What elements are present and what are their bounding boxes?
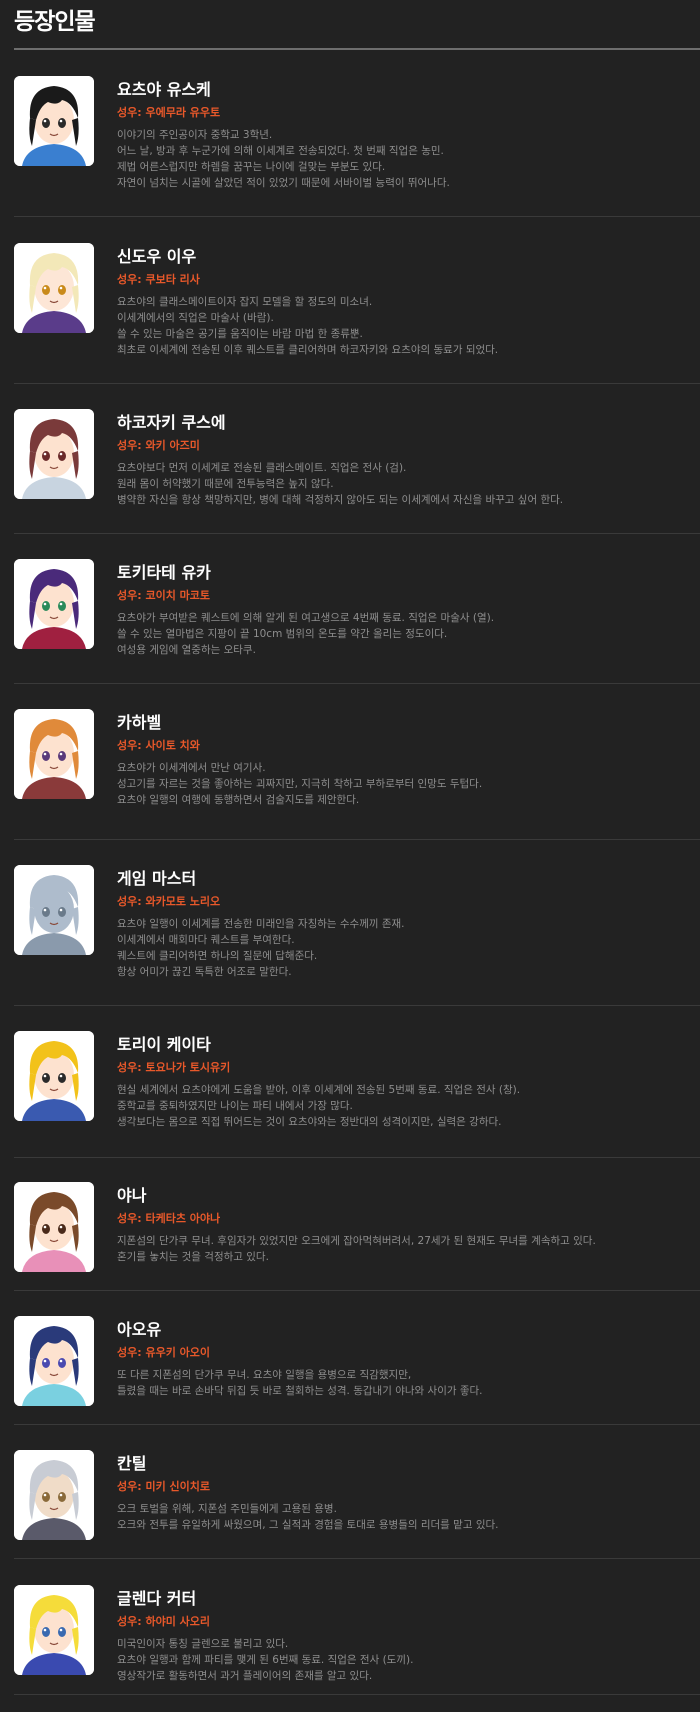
character-description: 현실 세계에서 요츠야에게 도움을 받아, 이후 이세계에 전송된 5번째 동료… <box>117 1082 697 1130</box>
character-description: 이야기의 주인공이자 중학교 3학년. 어느 날, 방과 후 누군가에 의해 이세… <box>117 127 697 191</box>
character-description: 미국인이자 통칭 글렌으로 불리고 있다. 요츠야 일행과 함께 파티를 맺게 된… <box>117 1636 697 1684</box>
voice-actor: 성우: 와키 아즈미 <box>117 439 200 452</box>
description-line: 중학교를 중퇴하였지만 나이는 파티 내에서 가장 많다. <box>117 1100 353 1112</box>
character-name: 게임 마스터 <box>117 869 197 888</box>
voice-actor: 성우: 토요나가 토시유키 <box>117 1061 231 1074</box>
voice-actor: 성우: 사이토 치와 <box>117 739 200 752</box>
character-name: 토리이 케이타 <box>117 1035 211 1054</box>
description-line: 생각보다는 몸으로 직접 뛰어드는 것이 요츠야와는 정반대의 성격이지만, 실… <box>117 1116 502 1128</box>
character-yoshiya: 요츠야 유스케성우: 우에무라 유우토이야기의 주인공이자 중학교 3학년. 어느… <box>14 76 700 217</box>
description-line: 이야기의 주인공이자 중학교 3학년. <box>117 129 273 141</box>
character-kantil: 칸틸성우: 미키 신이치로오크 토벌을 위해, 지폰섬 주민들에게 고용된 용병… <box>14 1450 700 1559</box>
title-divider <box>14 48 700 50</box>
description-line: 오크와 전투를 유일하게 싸웠으며, 그 실적과 경험을 토대로 용병들의 리더… <box>117 1519 499 1531</box>
character-portrait <box>14 1450 94 1540</box>
description-line: 틀렸을 때는 바로 손바닥 뒤집 듯 바로 철회하는 성격. 동갑내기 야나와 … <box>117 1385 483 1397</box>
voice-actor: 성우: 와카모토 노리오 <box>117 895 221 908</box>
character-page: 등장인물 요츠야 유스케성우: 우에무라 유우토이야기의 주인공이자 중학교 3… <box>0 0 700 1712</box>
voice-actor: 성우: 우에무라 유우토 <box>117 106 221 119</box>
description-line: 또 다른 지폰섬의 단가쿠 무녀. 요츠야 일행을 용병으로 직감했지만, <box>117 1369 412 1381</box>
voice-actor: 성우: 쿠보타 리사 <box>117 273 200 286</box>
character-portrait <box>14 1031 94 1121</box>
character-shindou: 신도우 이우성우: 쿠보타 리사요츠야의 클래스메이트이자 잡지 모델을 할 정… <box>14 243 700 384</box>
voice-actor: 성우: 하야미 사오리 <box>117 1615 211 1628</box>
voice-actor: 성우: 타케타츠 아야나 <box>117 1212 221 1225</box>
description-line: 어느 날, 방과 후 누군가에 의해 이세계로 전송되었다. 첫 번째 직업은 … <box>117 145 444 157</box>
description-line: 요츠야의 클래스메이트이자 잡지 모델을 할 정도의 미소녀. <box>117 296 373 308</box>
character-name: 요츠야 유스케 <box>117 80 211 99</box>
character-tokitate: 토키타테 유카성우: 코이치 마코토요츠야가 부여받은 퀘스트에 의해 알게 된… <box>14 559 700 684</box>
character-portrait <box>14 409 94 499</box>
description-line: 요츠야가 부여받은 퀘스트에 의해 알게 된 여고생으로 4번째 동료. 직업은… <box>117 612 495 624</box>
description-line: 제법 어른스럽지만 하렘을 꿈꾸는 나이에 걸맞는 부분도 있다. <box>117 161 386 173</box>
character-portrait <box>14 1182 94 1272</box>
description-line: 여성용 게임에 열중하는 오타쿠. <box>117 644 256 656</box>
description-line: 이세계에서 매회마다 퀘스트를 부여한다. <box>117 934 295 946</box>
description-line: 원래 몸이 허약했기 때문에 전투능력은 높지 않다. <box>117 478 334 490</box>
character-portrait <box>14 76 94 166</box>
character-yana: 야나성우: 타케타츠 아야나지폰섬의 단가쿠 무녀. 후임자가 있었지만 오크에… <box>14 1182 700 1291</box>
description-line: 요츠야 일행의 여행에 동행하면서 검술지도를 제안한다. <box>117 794 360 806</box>
character-description: 또 다른 지폰섬의 단가쿠 무녀. 요츠야 일행을 용병으로 직감했지만, 틀렸을… <box>117 1367 697 1399</box>
voice-actor: 성우: 미키 신이치로 <box>117 1480 211 1493</box>
character-name: 신도우 이우 <box>117 247 197 266</box>
character-description: 요츠야의 클래스메이트이자 잡지 모델을 할 정도의 미소녀. 이세계에서의 직업… <box>117 294 697 358</box>
description-line: 오크 토벌을 위해, 지폰섬 주민들에게 고용된 용병. <box>117 1503 337 1515</box>
description-line: 성고기를 자르는 것을 좋아하는 괴짜지만, 지극히 착하고 부하로부터 인망도… <box>117 778 483 790</box>
description-line: 현실 세계에서 요츠야에게 도움을 받아, 이후 이세계에 전송된 5번째 동료… <box>117 1084 521 1096</box>
character-name: 아오유 <box>117 1320 162 1339</box>
description-line: 항상 어미가 끊긴 독특한 어조로 말한다. <box>117 966 292 978</box>
character-description: 요츠야가 부여받은 퀘스트에 의해 알게 된 여고생으로 4번째 동료. 직업은… <box>117 610 697 658</box>
character-aoyu: 아오유성우: 유우키 아오이또 다른 지폰섬의 단가쿠 무녀. 요츠야 일행을 … <box>14 1316 700 1425</box>
description-line: 쓸 수 있는 열마법은 지팡이 끝 10cm 범위의 온도를 약간 올리는 정도… <box>117 628 448 640</box>
description-line: 최초로 이세계에 전송된 이후 퀘스트를 클리어하며 하코자키와 요츠야의 동료… <box>117 344 499 356</box>
description-line: 영상작가로 활동하면서 과거 플레이어의 존재를 알고 있다. <box>117 1670 373 1682</box>
character-portrait <box>14 1316 94 1406</box>
description-line: 미국인이자 통칭 글렌으로 불리고 있다. <box>117 1638 289 1650</box>
character-kahabel: 카하벨성우: 사이토 치와요츠야가 이세계에서 만난 여기사. 성고기를 자르는 … <box>14 709 700 840</box>
character-glenda: 글렌다 커터성우: 하야미 사오리미국인이자 통칭 글렌으로 불리고 있다. 요츠… <box>14 1585 700 1695</box>
description-line: 요츠야 일행이 이세계를 전송한 미래인을 자칭하는 수수께끼 존재. <box>117 918 405 930</box>
character-description: 오크 토벌을 위해, 지폰섬 주민들에게 고용된 용병. 오크와 전투를 유일하게… <box>117 1501 697 1533</box>
character-portrait <box>14 865 94 955</box>
character-hakozaki: 하코자키 쿠스에성우: 와키 아즈미요츠야보다 먼저 이세계로 전송된 클래스메… <box>14 409 700 534</box>
description-line: 이세계에서의 직업은 마술사 (바람). <box>117 312 274 324</box>
character-name: 토키타테 유카 <box>117 563 211 582</box>
description-line: 혼기를 놓치는 것을 걱정하고 있다. <box>117 1251 269 1263</box>
character-torii: 토리이 케이타성우: 토요나가 토시유키현실 세계에서 요츠야에게 도움을 받아… <box>14 1031 700 1158</box>
description-line: 쓸 수 있는 마술은 공기를 움직이는 바람 마법 한 종류뿐. <box>117 328 363 340</box>
voice-actor: 성우: 코이치 마코토 <box>117 589 211 602</box>
character-name: 글렌다 커터 <box>117 1589 197 1608</box>
character-portrait <box>14 243 94 333</box>
character-description: 요츠야 일행이 이세계를 전송한 미래인을 자칭하는 수수께끼 존재. 이세계에서… <box>117 916 697 980</box>
character-description: 요츠야가 이세계에서 만난 여기사. 성고기를 자르는 것을 좋아하는 괴짜지만,… <box>117 760 697 808</box>
description-line: 병약한 자신을 항상 책망하지만, 병에 대해 걱정하지 않아도 되는 이세계에… <box>117 494 564 506</box>
character-name: 카하벨 <box>117 713 162 732</box>
character-portrait <box>14 559 94 649</box>
description-line: 요츠야가 이세계에서 만난 여기사. <box>117 762 266 774</box>
character-description: 요츠야보다 먼저 이세계로 전송된 클래스메이트. 직업은 전사 (검). 원래 … <box>117 460 697 508</box>
character-name: 야나 <box>117 1186 147 1205</box>
description-line: 자연이 넘치는 시골에 살았던 적이 있었기 때문에 서바이벌 능력이 뛰어나다… <box>117 177 450 189</box>
description-line: 퀘스트에 클리어하면 하나의 질문에 답해준다. <box>117 950 318 962</box>
character-name: 칸틸 <box>117 1454 147 1473</box>
description-line: 지폰섬의 단가쿠 무녀. 후임자가 있었지만 오크에게 잡아먹혀버려서, 27세… <box>117 1235 596 1247</box>
description-line: 요츠야보다 먼저 이세계로 전송된 클래스메이트. 직업은 전사 (검). <box>117 462 407 474</box>
character-portrait <box>14 709 94 799</box>
character-name: 하코자키 쿠스에 <box>117 413 226 432</box>
voice-actor: 성우: 유우키 아오이 <box>117 1346 211 1359</box>
character-portrait <box>14 1585 94 1675</box>
page-title: 등장인물 <box>14 9 96 35</box>
character-gamemaster: 게임 마스터성우: 와카모토 노리오요츠야 일행이 이세계를 전송한 미래인을 … <box>14 865 700 1006</box>
description-line: 요츠야 일행과 함께 파티를 맺게 된 6번째 동료. 직업은 전사 (도끼). <box>117 1654 414 1666</box>
character-description: 지폰섬의 단가쿠 무녀. 후임자가 있었지만 오크에게 잡아먹혀버려서, 27세… <box>117 1233 697 1265</box>
